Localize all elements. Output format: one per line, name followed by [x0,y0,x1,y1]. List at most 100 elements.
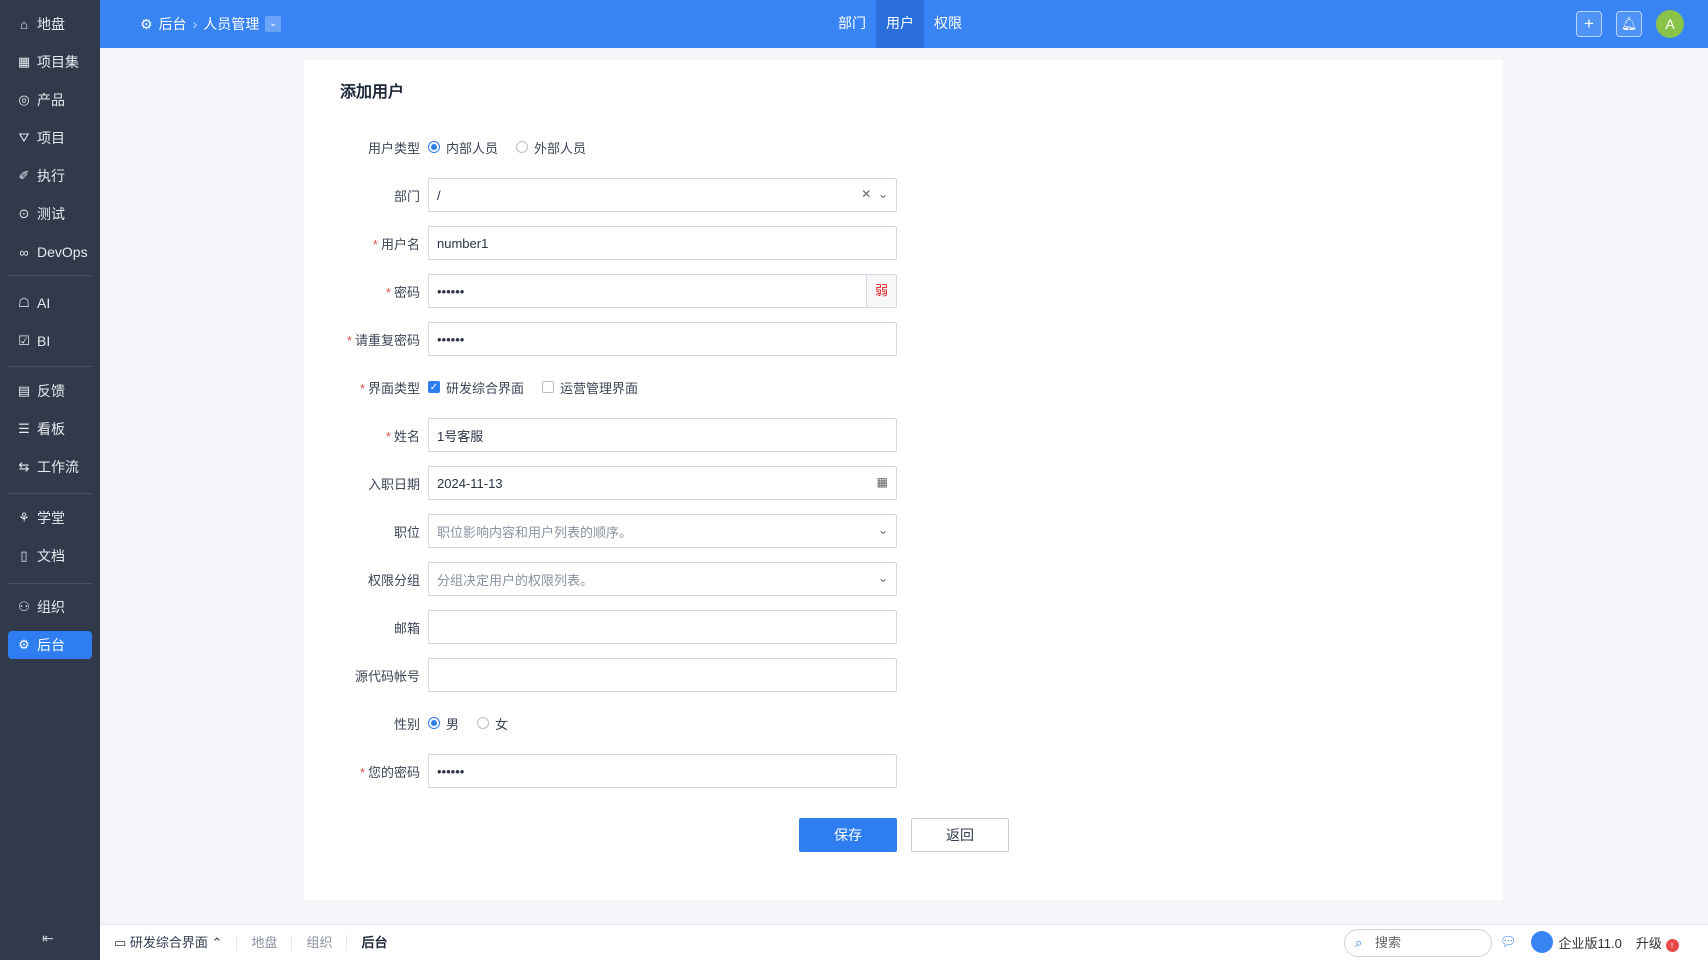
join-date-input[interactable]: 2024-11-13 ▦ [428,466,897,500]
upgrade-link[interactable]: 升级 ↑ [1636,933,1679,952]
sidebar-item-label: 文档 [37,548,65,564]
search-icon: ⌕ [1355,935,1363,950]
rocket-icon: ⛛ [18,130,30,145]
edition-label: 企业版11.0 [1558,935,1622,951]
realname-input[interactable]: 1号客服 [428,418,897,452]
sidebar-item-4[interactable]: ✐ 执行 [8,162,92,190]
tab-permission[interactable]: 权限 [924,0,972,48]
sidebar-item-3[interactable]: ⛛ 项目 [8,124,92,152]
gear-icon: ⚙ [140,15,153,32]
back-button[interactable]: 返回 [911,818,1009,852]
avatar[interactable]: A [1656,10,1684,38]
breadcrumb-root[interactable]: 后台 [159,14,187,34]
sidebar-item-0[interactable]: ⌂ 地盘 [8,10,92,38]
sidebar-item-label: 项目 [37,130,65,146]
sidebar-item-label: 学堂 [37,510,65,526]
sidebar-item-14[interactable]: ⚇ 组织 [8,593,92,621]
gear-icon: ⚙ [18,637,30,652]
verify-password-input[interactable]: •••••• [428,754,897,788]
ui-mode-switch[interactable]: ▭ 研发综合界面 ⌃ [100,934,238,951]
org-icon: ⚇ [18,599,30,614]
radio-external[interactable]: 外部人员 [516,138,586,157]
bottom-crumb-admin[interactable]: 后台 [347,935,401,951]
chevron-down-icon: ⌄ [877,571,888,585]
sidebar-item-label: DevOps [37,244,88,260]
password-label: 密码 [393,284,420,300]
bottom-crumb-org[interactable]: 组织 [292,934,348,951]
repeat-password-input[interactable]: •••••• [428,322,897,356]
group-label: 权限分组 [367,572,420,588]
sidebar-item-label: 产品 [37,92,65,108]
dept-select[interactable]: / ✕ ⌄ [428,178,897,212]
sidebar-item-label: AI [37,295,51,311]
feedback-icon: ▤ [17,383,31,398]
sidebar-item-label: BI [37,333,51,349]
robot-icon: ☖ [18,295,30,310]
bottom-crumb-dashboard[interactable]: 地盘 [237,934,293,951]
sidebar-item-9[interactable]: ▤ 反馈 [8,377,92,405]
repeat-password-label: 请重复密码 [354,332,420,348]
ai-chat-icon[interactable]: 💬︎ [1500,934,1517,950]
sidebar-item-label: 后台 [37,637,65,653]
execute-icon: ✐ [18,168,30,183]
sidebar-item-label: 项目集 [37,54,79,70]
bottom-bar: ▭ 研发综合界面 ⌃ 地盘 组织 后台 ⌕ 搜索 💬︎ 企业版11.0 升级 ↑ [100,924,1708,960]
scm-label: 源代码帐号 [354,668,420,684]
password-strength: 弱 [866,275,896,307]
radio-internal[interactable]: 内部人员 [428,138,498,157]
plus-icon[interactable]: + [1576,11,1602,37]
email-input[interactable] [428,610,897,644]
password-input[interactable]: •••••• 弱 [428,274,897,308]
sidebar-item-13[interactable]: ▯ 文档 [8,542,92,570]
sidebar-item-8[interactable]: ☑ BI [8,327,92,355]
grid-icon: ▦ [17,54,31,69]
sidebar-item-15[interactable]: ⚙ 后台 [8,631,92,659]
upgrade-icon: ↑ [1665,938,1679,952]
sidebar-item-10[interactable]: ☰ 看板 [8,415,92,443]
test-icon: ⊙ [18,206,30,221]
radio-female[interactable]: 女 [477,714,508,733]
doc-icon: ▯ [20,548,28,563]
sidebar-item-11[interactable]: ⇆ 工作流 [8,453,92,481]
dept-label: 部门 [393,188,420,204]
sidebar-item-2[interactable]: ◎ 产品 [8,86,92,114]
email-label: 邮箱 [393,620,420,636]
search-input[interactable]: ⌕ 搜索 [1344,929,1492,957]
role-label: 职位 [393,524,420,540]
sidebar-item-1[interactable]: ▦ 项目集 [8,48,92,76]
divider [8,366,92,367]
clear-chevron-icon[interactable]: ✕ ⌄ [861,187,888,201]
chevron-right-icon: › [192,16,198,32]
bell-icon[interactable]: 🔔︎ [1616,11,1642,37]
page-title: 添加用户 [340,84,405,101]
scm-account-input[interactable] [428,658,897,692]
sidebar-item-label: 测试 [37,206,65,222]
workflow-icon: ⇆ [18,459,30,474]
chevron-down-icon[interactable]: ⌄ [265,16,282,32]
collapse-sidebar-icon[interactable]: ⇤ [42,930,54,947]
radio-male[interactable]: 男 [428,714,459,733]
verify-password-label: 您的密码 [367,764,420,780]
username-label: 用户名 [380,236,420,252]
sidebar-item-label: 执行 [37,168,65,184]
checkbox-rd-ui[interactable]: ✓ 研发综合界面 [428,378,524,397]
checkbox-ops-ui[interactable]: 运营管理界面 [542,378,638,397]
sidebar-item-5[interactable]: ⊙ 测试 [8,200,92,228]
tab-user[interactable]: 用户 [876,0,924,48]
sidebar-item-label: 组织 [37,599,65,615]
divider [8,493,92,494]
join-date-label: 入职日期 [367,476,420,492]
calendar-icon[interactable]: ▦ [877,475,888,489]
chevron-down-icon: ⌄ [877,523,888,537]
location-icon: ◎ [18,92,30,107]
group-select[interactable]: 分组决定用户的权限列表。 ⌄ [428,562,897,596]
sidebar-item-6[interactable]: ∞ DevOps [8,238,92,266]
tab-dept[interactable]: 部门 [828,0,876,48]
sidebar-item-12[interactable]: ⚘ 学堂 [8,504,92,532]
save-button[interactable]: 保存 [799,818,897,852]
sidebar-item-7[interactable]: ☖ AI [8,289,92,317]
sidebar-item-label: 反馈 [37,383,65,399]
username-input[interactable]: number1 [428,226,897,260]
sidebar-item-label: 地盘 [37,16,65,32]
role-select[interactable]: 职位影响内容和用户列表的顺序。 ⌄ [428,514,897,548]
